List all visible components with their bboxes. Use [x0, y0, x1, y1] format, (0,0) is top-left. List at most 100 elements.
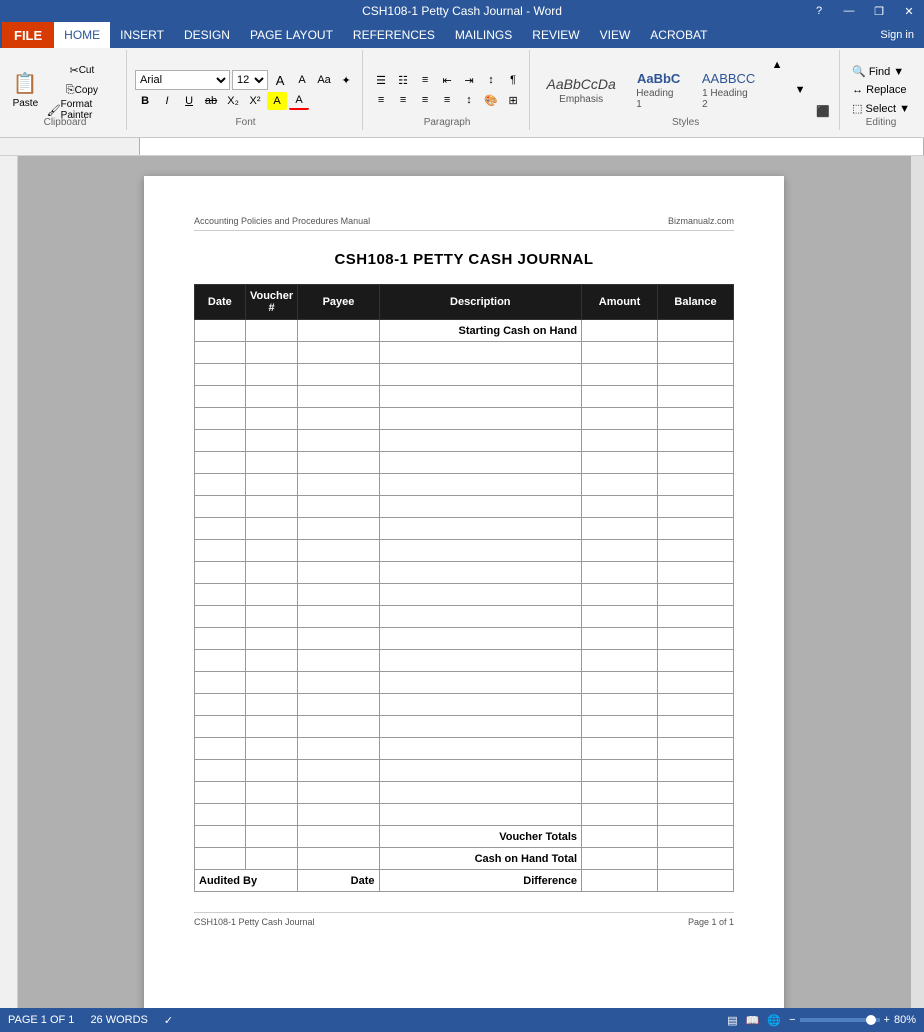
close-button[interactable]: ✕	[894, 0, 924, 22]
starting-cash-balance	[658, 320, 734, 342]
paste-button[interactable]: 📋 Paste	[10, 60, 41, 120]
mailings-menu[interactable]: MAILINGS	[445, 22, 522, 48]
audited-date-label: Date	[298, 870, 379, 892]
coh-date	[195, 848, 246, 870]
status-bar: PAGE 1 OF 1 26 WORDS ✓ ▤ 📖 🌐 − + 80%	[0, 1008, 924, 1032]
table-row	[195, 562, 734, 584]
header-payee: Payee	[298, 285, 379, 320]
cash-on-hand-label: Cash on Hand Total	[379, 848, 582, 870]
table-row	[195, 738, 734, 760]
view-menu[interactable]: VIEW	[590, 22, 641, 48]
table-row	[195, 804, 734, 826]
strikethrough-button[interactable]: ab	[201, 92, 221, 110]
grow-font-button[interactable]: A	[270, 71, 290, 89]
window-title: CSH108-1 Petty Cash Journal - Word	[362, 4, 562, 18]
voucher-totals-row: Voucher Totals	[195, 826, 734, 848]
replace-icon: ↔	[852, 84, 863, 96]
justify-button[interactable]: ≡	[437, 91, 457, 109]
italic-button[interactable]: I	[157, 92, 177, 110]
clipboard-group: 📋 Paste ✂ Cut ⎘ Copy 🖌 Format Painter Cl…	[4, 50, 127, 130]
page-indicator: PAGE 1 OF 1	[8, 1014, 74, 1027]
heading2-preview: AABBCC	[702, 71, 755, 86]
help-button[interactable]: ?	[804, 0, 834, 22]
sign-in-link[interactable]: Sign in	[880, 29, 922, 41]
font-row-1: Arial 12 A A Aa ✦	[135, 70, 356, 90]
home-menu[interactable]: HOME	[54, 22, 110, 48]
emphasis-style[interactable]: AaBbCcDa Emphasis	[538, 63, 624, 117]
table-row	[195, 694, 734, 716]
status-right: ▤ 📖 🌐 − + 80%	[727, 1014, 916, 1027]
diff-balance	[658, 870, 734, 892]
table-row	[195, 408, 734, 430]
starting-cash-payee	[298, 320, 379, 342]
zoom-slider[interactable]	[800, 1018, 880, 1022]
show-para-button[interactable]: ¶	[503, 71, 523, 89]
restore-button[interactable]: ❐	[864, 0, 894, 22]
minimize-button[interactable]: —	[834, 0, 864, 22]
align-left-button[interactable]: ≡	[371, 91, 391, 109]
shrink-font-button[interactable]: A	[292, 71, 312, 89]
clear-format-button[interactable]: ✦	[336, 71, 356, 89]
insert-menu[interactable]: INSERT	[110, 22, 174, 48]
align-center-button[interactable]: ≡	[393, 91, 413, 109]
review-menu[interactable]: REVIEW	[522, 22, 589, 48]
subscript-button[interactable]: X₂	[223, 92, 243, 110]
multilevel-button[interactable]: ≡	[415, 71, 435, 89]
change-case-button[interactable]: Aa	[314, 71, 334, 89]
menu-bar: FILE HOME INSERT DESIGN PAGE LAYOUT REFE…	[0, 22, 924, 48]
header-description: Description	[379, 285, 582, 320]
select-button[interactable]: ⬚ Select ▼	[848, 101, 914, 116]
borders-button[interactable]: ⊞	[503, 91, 523, 109]
vertical-ruler	[0, 156, 18, 1008]
starting-cash-amount	[582, 320, 658, 342]
main-area: Accounting Policies and Procedures Manua…	[0, 156, 924, 1008]
zoom-in-button[interactable]: +	[884, 1014, 890, 1026]
text-highlight-button[interactable]: A	[267, 92, 287, 110]
vt-payee	[298, 826, 379, 848]
vertical-scrollbar[interactable]	[910, 156, 924, 1008]
font-name-select[interactable]: Arial	[135, 70, 230, 90]
font-color-button[interactable]: A	[289, 92, 309, 110]
web-layout-icon[interactable]: 🌐	[767, 1014, 781, 1027]
underline-button[interactable]: U	[179, 92, 199, 110]
increase-indent-button[interactable]: ⇥	[459, 71, 479, 89]
title-bar: CSH108-1 Petty Cash Journal - Word ? — ❐…	[0, 0, 924, 22]
voucher-totals-label: Voucher Totals	[379, 826, 582, 848]
find-dropdown-icon: ▼	[893, 66, 904, 78]
header-amount: Amount	[582, 285, 658, 320]
page-layout-menu[interactable]: PAGE LAYOUT	[240, 22, 343, 48]
align-right-button[interactable]: ≡	[415, 91, 435, 109]
acrobat-menu[interactable]: ACROBAT	[640, 22, 717, 48]
select-dropdown-icon: ▼	[899, 103, 910, 115]
styles-scroll-up[interactable]: ▲	[767, 56, 787, 74]
sort-button[interactable]: ↕	[481, 71, 501, 89]
table-row	[195, 342, 734, 364]
line-spacing-button[interactable]: ↕	[459, 91, 479, 109]
table-row	[195, 760, 734, 782]
decrease-indent-button[interactable]: ⇤	[437, 71, 457, 89]
paste-icon: 📋	[13, 71, 38, 96]
heading1-style[interactable]: AaBbC Heading 1	[627, 63, 690, 117]
superscript-button[interactable]: X²	[245, 92, 265, 110]
read-mode-icon[interactable]: 📖	[746, 1014, 760, 1027]
table-row	[195, 430, 734, 452]
zoom-out-button[interactable]: −	[789, 1014, 795, 1026]
copy-button[interactable]: ⎘ Copy	[44, 81, 120, 99]
heading2-style[interactable]: AABBCC 1 Heading 2	[693, 63, 764, 117]
styles-scroll-down[interactable]: ▼	[790, 81, 810, 99]
para-row-1: ☰ ☷ ≡ ⇤ ⇥ ↕ ¶	[371, 71, 523, 89]
shading-button[interactable]: 🎨	[481, 91, 501, 109]
cut-button[interactable]: ✂ Cut	[44, 61, 120, 79]
design-menu[interactable]: DESIGN	[174, 22, 240, 48]
document-scroll-area[interactable]: Accounting Policies and Procedures Manua…	[18, 156, 910, 1008]
references-menu[interactable]: REFERENCES	[343, 22, 445, 48]
find-icon: 🔍	[852, 65, 866, 78]
file-menu[interactable]: FILE	[2, 22, 54, 48]
find-button[interactable]: 🔍 Find ▼	[848, 64, 908, 79]
numbering-button[interactable]: ☷	[393, 71, 413, 89]
bullets-button[interactable]: ☰	[371, 71, 391, 89]
font-size-select[interactable]: 12	[232, 70, 268, 90]
layout-view-icon[interactable]: ▤	[727, 1014, 737, 1027]
bold-button[interactable]: B	[135, 92, 155, 110]
replace-button[interactable]: ↔ Replace	[848, 83, 910, 97]
